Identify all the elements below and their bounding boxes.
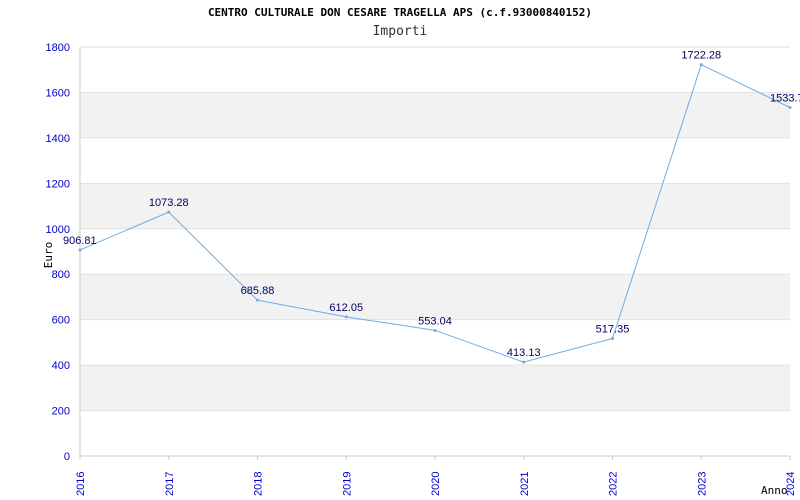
data-label: 612.05 [329,302,363,314]
y-tick-label: 800 [52,269,70,281]
x-tick-label: 2018 [253,472,265,496]
x-tick-label: 2020 [430,472,442,496]
data-point [522,360,526,364]
x-axis-title: Anno [761,484,788,497]
data-label: 685.88 [241,285,275,297]
grid-band [80,365,790,411]
chart: CENTRO CULTURALE DON CESARE TRAGELLA APS… [0,0,800,500]
data-label: 1073.28 [149,197,189,209]
y-tick-label: 1600 [46,87,70,99]
data-point [344,315,348,319]
x-tick-label: 2017 [164,472,176,496]
x-tick-label: 2016 [75,472,87,496]
y-axis-title: Euro [42,242,55,269]
data-point [167,210,171,214]
data-label: 553.04 [418,315,452,327]
grid-band [80,274,790,320]
x-tick-label: 2023 [696,472,708,496]
data-label: 1533.7 [770,93,800,105]
data-point [611,336,614,340]
data-label: 413.13 [507,347,541,359]
y-tick-label: 600 [52,315,70,327]
data-label: 906.81 [63,235,97,247]
data-point [433,328,437,332]
y-tick-label: 1800 [46,42,70,54]
plot-area: 0200400600800100012001400160018002016 201… [42,42,800,497]
y-tick-label: 1200 [46,178,70,190]
data-label: 517.35 [596,323,630,335]
y-tick-label: 200 [52,406,70,418]
data-point [788,106,792,110]
data-point [78,248,82,252]
y-tick-label: 400 [52,360,70,372]
grid-band [80,92,790,138]
data-label: 1722.28 [681,50,721,62]
data-point [256,298,259,302]
data-point [699,63,703,67]
x-tick-label: 2019 [341,472,353,496]
x-tick-label: 2021 [519,472,531,496]
y-tick-label: 0 [64,451,70,463]
x-tick-label: 2022 [608,472,620,496]
y-tick-label: 1400 [46,133,70,145]
